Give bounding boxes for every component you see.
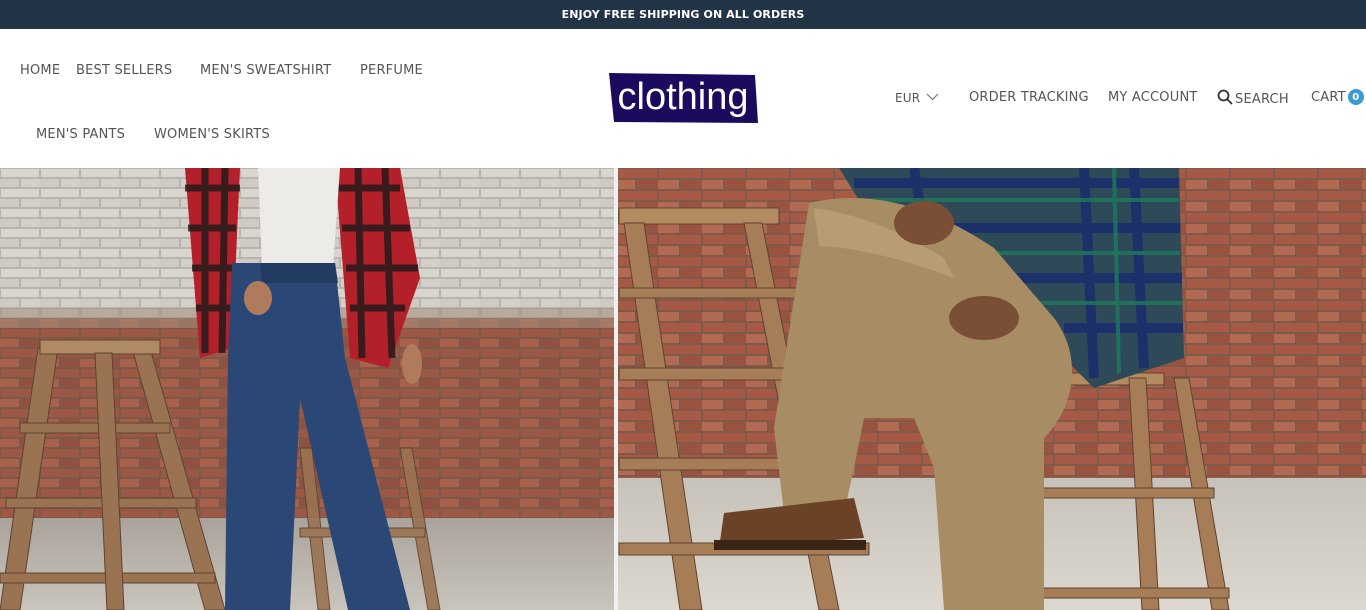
announcement-bar: ENJOY FREE SHIPPING ON ALL ORDERS xyxy=(0,0,1366,29)
cart-count-badge: 0 xyxy=(1347,89,1364,105)
site-logo[interactable]: clothing xyxy=(609,73,758,123)
hero-banner[interactable] xyxy=(0,168,1366,610)
currency-selector[interactable]: EUR xyxy=(895,90,939,105)
search-button[interactable]: SEARCH xyxy=(1217,89,1289,109)
nav-womens-skirts[interactable]: WOMEN'S SKIRTS xyxy=(154,127,270,142)
search-label: SEARCH xyxy=(1235,91,1289,107)
currency-label: EUR xyxy=(895,90,921,105)
announcement-text: ENJOY FREE SHIPPING ON ALL ORDERS xyxy=(561,8,805,21)
nav-best-sellers[interactable]: BEST SELLERS xyxy=(76,63,172,78)
cart-button[interactable]: CART 0 xyxy=(1311,89,1364,105)
nav-home[interactable]: HOME xyxy=(20,63,60,78)
nav-mens-sweatshirt[interactable]: MEN'S SWEATSHIRT xyxy=(200,63,331,78)
logo-text: clothing xyxy=(618,76,749,118)
my-account-link[interactable]: MY ACCOUNT xyxy=(1108,90,1198,105)
chevron-down-icon xyxy=(926,90,939,105)
site-header: HOME BEST SELLERS MEN'S SWEATSHIRT PERFU… xyxy=(0,29,1366,168)
nav-perfume[interactable]: PERFUME xyxy=(360,63,423,78)
hero-image-right xyxy=(614,168,1366,610)
search-icon xyxy=(1217,89,1233,109)
cart-label: CART xyxy=(1311,90,1346,105)
order-tracking-link[interactable]: ORDER TRACKING xyxy=(969,90,1089,105)
nav-mens-pants[interactable]: MEN'S PANTS xyxy=(36,127,125,142)
hero-image-left xyxy=(0,168,614,610)
